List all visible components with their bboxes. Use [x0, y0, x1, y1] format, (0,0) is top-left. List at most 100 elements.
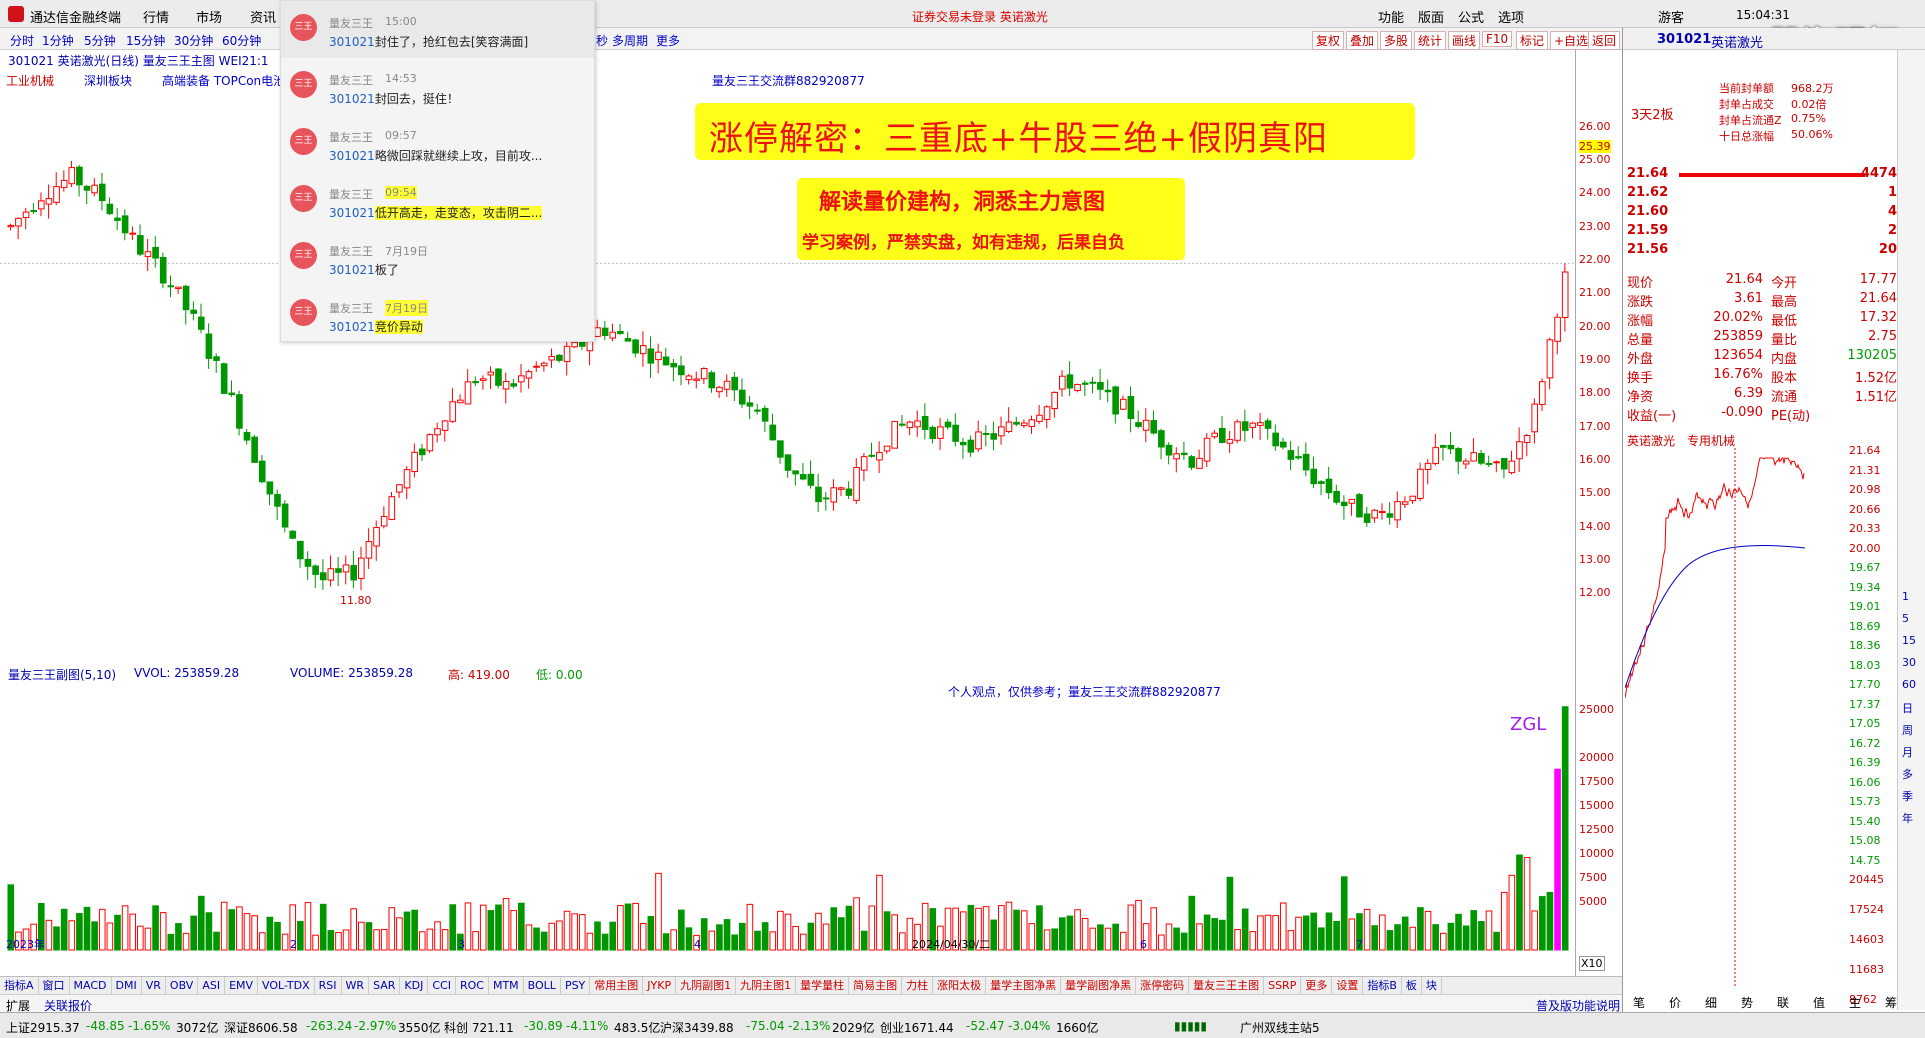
indicator-tab[interactable]: 常用主图	[590, 977, 644, 994]
sh-index[interactable]: 上证2915.37	[6, 1019, 80, 1036]
period-side-button[interactable]: 日	[1902, 700, 1913, 716]
biaoji-button[interactable]: 标记	[1516, 31, 1549, 50]
indicator-tab[interactable]: 涨停密码	[1136, 977, 1190, 994]
more-button[interactable]: 更多	[656, 32, 680, 49]
indicator-tab[interactable]: 量学量柱	[796, 977, 850, 994]
multi-period-button[interactable]: 多周期	[612, 32, 648, 49]
chat-message[interactable]: 三王 量友三王 09:54 301021低开高走，走变态，攻击阴二...	[281, 172, 594, 229]
period-side-button[interactable]: 5	[1902, 612, 1909, 625]
indicator-tab[interactable]: JYKP	[643, 977, 677, 994]
chat-message[interactable]: 三王 量友三王 15:00 301021封住了，抢红包去[笑容满面]	[281, 1, 594, 58]
indicator-tab[interactable]: 量学副图净黑	[1061, 977, 1137, 994]
indicator-tab[interactable]: MTM	[489, 977, 524, 994]
indicator-tab[interactable]: KDJ	[400, 977, 429, 994]
indicator-tab[interactable]: RSI	[315, 977, 342, 994]
indicator-tab[interactable]: CCI	[428, 977, 456, 994]
server-name[interactable]: 广州双线主站5	[1240, 1019, 1320, 1036]
menu-gongshi[interactable]: 公式	[1458, 7, 1484, 26]
period-15min[interactable]: 15分钟	[126, 32, 165, 49]
rp-tab[interactable]: 笔	[1633, 994, 1645, 1011]
indicator-tab[interactable]: 量友三王主图	[1189, 977, 1265, 994]
indicator-tab[interactable]: 简易主图	[849, 977, 903, 994]
chat-popup[interactable]: 三王 量友三王 15:00 301021封住了，抢红包去[笑容满面] 三王 量友三王 14:…	[280, 0, 595, 342]
period-side-button[interactable]: 15	[1902, 634, 1916, 647]
f10-button[interactable]: F10	[1482, 31, 1513, 47]
period-side-button[interactable]: 多	[1902, 766, 1913, 782]
indicator-tab[interactable]: SSRP	[1264, 977, 1302, 994]
indicator-tab[interactable]: 涨阳太极	[933, 977, 987, 994]
chat-message[interactable]: 三王 量友三王 7月19日 301021竞价异动	[281, 286, 594, 343]
rp-tab[interactable]: 势	[1741, 994, 1753, 1011]
chat-message[interactable]: 三王 量友三王 14:53 301021封回去，挺住！	[281, 58, 594, 115]
period-side-button[interactable]: 周	[1902, 722, 1913, 738]
indicator-tab[interactable]: 板	[1402, 977, 1422, 994]
rp-tab[interactable]: 价	[1669, 994, 1681, 1011]
indicator-tab[interactable]: PSY	[561, 977, 591, 994]
diejia-button[interactable]: 叠加	[1346, 31, 1379, 50]
fuquan-button[interactable]: 复权	[1312, 31, 1345, 50]
period-5min[interactable]: 5分钟	[84, 32, 116, 49]
rp-tab[interactable]: 联	[1777, 994, 1789, 1011]
tongji-button[interactable]: 统计	[1414, 31, 1447, 50]
period-side-button[interactable]: 60	[1902, 678, 1916, 691]
volume-bar	[350, 908, 357, 951]
period-side-button[interactable]: 月	[1902, 744, 1913, 760]
indicator-tab[interactable]: 九阴副图1	[676, 977, 737, 994]
rp-tab[interactable]: 主	[1849, 994, 1861, 1011]
volume-panel[interactable]: 个人观点，仅供参考；量友三王交流群882920877 ZGL 2023年 2 3 4 202…	[0, 682, 1575, 960]
sz-index[interactable]: 深证8606.58	[224, 1019, 298, 1036]
indicator-tab[interactable]: ROC	[456, 977, 489, 994]
indicator-tab[interactable]: BOLL	[524, 977, 561, 994]
chat-message[interactable]: 三王 量友三王 09:57 301021略微回踩就继续上攻，目前攻...	[281, 115, 594, 172]
indicator-tab[interactable]: VOL-TDX	[258, 977, 315, 994]
indicator-tab[interactable]: 块	[1422, 977, 1442, 994]
period-1min[interactable]: 1分钟	[42, 32, 74, 49]
indicator-tab[interactable]: DMI	[112, 977, 142, 994]
indicator-tab[interactable]: 设置	[1332, 977, 1364, 994]
kc-index[interactable]: 科创 721.11	[444, 1019, 514, 1036]
indicator-tab[interactable]: 窗口	[39, 977, 70, 994]
period-30min[interactable]: 30分钟	[174, 32, 213, 49]
candle-body	[396, 484, 403, 493]
cy-index[interactable]: 创业1671.44	[880, 1019, 954, 1036]
period-side-button[interactable]: 1	[1902, 590, 1909, 603]
indicator-tab[interactable]: VR	[142, 977, 166, 994]
indicator-tab[interactable]: ASI	[198, 977, 226, 994]
indicator-tab[interactable]: WR	[342, 977, 370, 994]
indicator-tab[interactable]: 量学主图净黑	[986, 977, 1062, 994]
rp-tab[interactable]: 细	[1705, 994, 1717, 1011]
indicator-tab[interactable]: 指标B	[1363, 977, 1402, 994]
period-side-button[interactable]: 年	[1902, 810, 1913, 826]
zixuan-button[interactable]: +自选	[1550, 31, 1593, 50]
indicator-tab[interactable]: SAR	[369, 977, 401, 994]
volume-bar	[1249, 931, 1257, 951]
menu-zixun[interactable]: 资讯	[250, 7, 276, 26]
chat-message[interactable]: 三王 量友三王 7月19日 301021板了	[281, 229, 594, 286]
guest-label[interactable]: 游客	[1658, 7, 1684, 26]
hs-index[interactable]: 沪深3439.88	[660, 1019, 734, 1036]
huaxian-button[interactable]: 画线	[1448, 31, 1481, 50]
period-side-button[interactable]: 30	[1902, 656, 1916, 669]
rp-tab[interactable]: 筹	[1885, 994, 1897, 1011]
menu-hangqing[interactable]: 行情	[143, 7, 169, 26]
indicator-tab[interactable]: MACD	[70, 977, 112, 994]
intraday-chart[interactable]	[1625, 448, 1805, 988]
indicator-tab[interactable]: 力柱	[902, 977, 934, 994]
menu-shichang[interactable]: 市场	[196, 7, 222, 26]
menu-xuanxiang[interactable]: 选项	[1498, 7, 1524, 26]
fanhui-button[interactable]: 返回	[1588, 31, 1621, 50]
indicator-tab[interactable]: 更多	[1301, 977, 1333, 994]
indicator-tab[interactable]: 九阴主图1	[736, 977, 797, 994]
rp-tab[interactable]: 值	[1813, 994, 1825, 1011]
menu-banmian[interactable]: 版面	[1418, 7, 1444, 26]
period-sec[interactable]: 秒	[596, 32, 608, 49]
indicator-tab[interactable]: EMV	[225, 977, 259, 994]
period-side-button[interactable]: 季	[1902, 788, 1913, 804]
menu-gongneng[interactable]: 功能	[1378, 7, 1404, 26]
period-fenshi[interactable]: 分时	[10, 32, 34, 49]
indicator-tab[interactable]: OBV	[166, 977, 199, 994]
duogu-button[interactable]: 多股	[1380, 31, 1413, 50]
indicator-tab[interactable]: 指标A	[0, 977, 39, 994]
period-60min[interactable]: 60分钟	[222, 32, 261, 49]
volume-chart[interactable]: 个人观点，仅供参考；量友三王交流群882920877 ZGL 2023年 2 3 4 202…	[0, 682, 1575, 960]
